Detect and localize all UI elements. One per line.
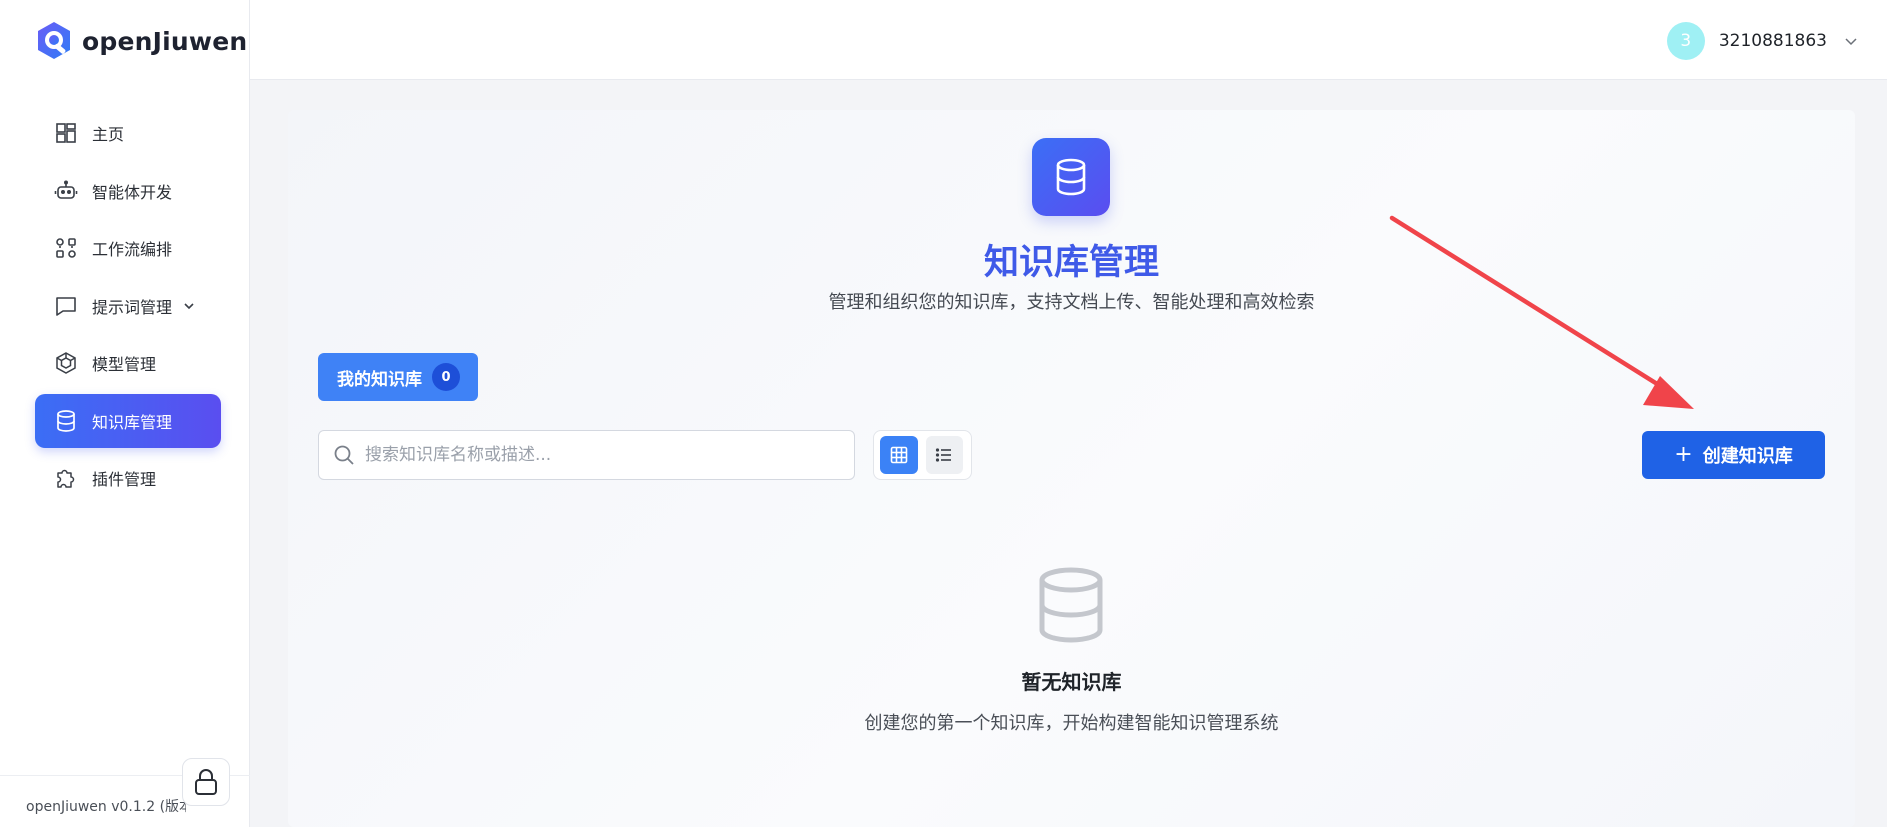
list-view-button[interactable]	[925, 436, 963, 474]
robot-icon	[54, 179, 78, 203]
sidebar-item-label: 主页	[92, 125, 125, 144]
sidebar-item-label: 智能体开发	[92, 182, 173, 202]
model-icon	[54, 351, 78, 375]
sidebar-item-workflow[interactable]: 工作流编排	[35, 221, 221, 275]
sidebar-item-agent-dev[interactable]: 智能体开发	[35, 164, 221, 218]
hero-database-icon	[1032, 138, 1110, 216]
sidebar-item-prompt[interactable]: 提示词管理	[35, 279, 221, 333]
sidebar-item-label: 插件管理	[92, 470, 157, 489]
grid-view-button[interactable]	[880, 436, 918, 474]
grid-icon	[890, 446, 908, 464]
main-panel: 知识库管理 管理和组织您的知识库，支持文档上传、智能处理和高效检索 我的知识库 …	[288, 110, 1855, 827]
list-icon	[936, 448, 952, 462]
search-box[interactable]	[318, 430, 855, 480]
tab-my-knowledge-bases[interactable]: 我的知识库 0	[318, 353, 478, 401]
version-label: openJiuwen v0.1.2 (版本	[26, 799, 186, 815]
view-toggle	[873, 430, 972, 480]
sidebar-item-label: 知识库管理	[92, 412, 173, 432]
sidebar: openJiuwen 主页 智能体开发 工作流编排 提示词管理 模型管理 知识库…	[0, 0, 250, 827]
empty-state-title: 暂无知识库	[1021, 670, 1122, 694]
dashboard-icon	[54, 121, 78, 145]
empty-database-icon	[1039, 567, 1103, 643]
lock-button[interactable]	[182, 758, 230, 806]
database-icon	[54, 409, 78, 433]
page-subtitle: 管理和组织您的知识库，支持文档上传、智能处理和高效检索	[828, 292, 1315, 313]
search-icon	[334, 445, 354, 465]
create-button-label: 创建知识库	[1702, 446, 1793, 467]
create-knowledge-base-button[interactable]: + 创建知识库	[1642, 431, 1825, 479]
sidebar-item-home[interactable]: 主页	[35, 106, 221, 160]
puzzle-icon	[54, 466, 78, 490]
user-menu[interactable]: 3 3210881863	[1666, 22, 1859, 60]
sidebar-item-plugin[interactable]: 插件管理	[35, 451, 221, 505]
top-header: 3 3210881863	[250, 0, 1887, 80]
logo-icon	[38, 22, 70, 59]
sidebar-item-knowledge-base[interactable]: 知识库管理	[35, 393, 221, 448]
sidebar-item-label: 模型管理	[92, 355, 157, 374]
sidebar-item-model[interactable]: 模型管理	[35, 336, 221, 390]
empty-state-subtitle: 创建您的第一个知识库，开始构建智能知识管理系统	[864, 713, 1279, 734]
page-title: 知识库管理	[983, 243, 1159, 283]
logo-text: openJiuwen	[82, 26, 248, 56]
message-icon	[54, 294, 78, 318]
count-badge: 0	[432, 363, 460, 391]
avatar[interactable]: 3	[1666, 22, 1705, 60]
sidebar-nav: 主页 智能体开发 工作流编排 提示词管理 模型管理 知识库管理 插件管理	[35, 106, 221, 509]
sidebar-footer: openJiuwen v0.1.2 (版本	[0, 758, 250, 827]
chevron-down-icon[interactable]	[1843, 33, 1859, 49]
chevron-down-icon[interactable]	[182, 299, 196, 313]
logo[interactable]: openJiuwen	[34, 20, 247, 62]
workflow-icon	[54, 236, 78, 260]
lock-icon	[195, 769, 217, 795]
tab-label: 我的知识库	[337, 369, 422, 390]
plus-icon: +	[1674, 442, 1693, 467]
username[interactable]: 3210881863	[1719, 31, 1827, 51]
search-input[interactable]	[365, 445, 845, 465]
sidebar-item-label: 工作流编排	[92, 240, 173, 259]
sidebar-item-label: 提示词管理	[92, 297, 173, 317]
